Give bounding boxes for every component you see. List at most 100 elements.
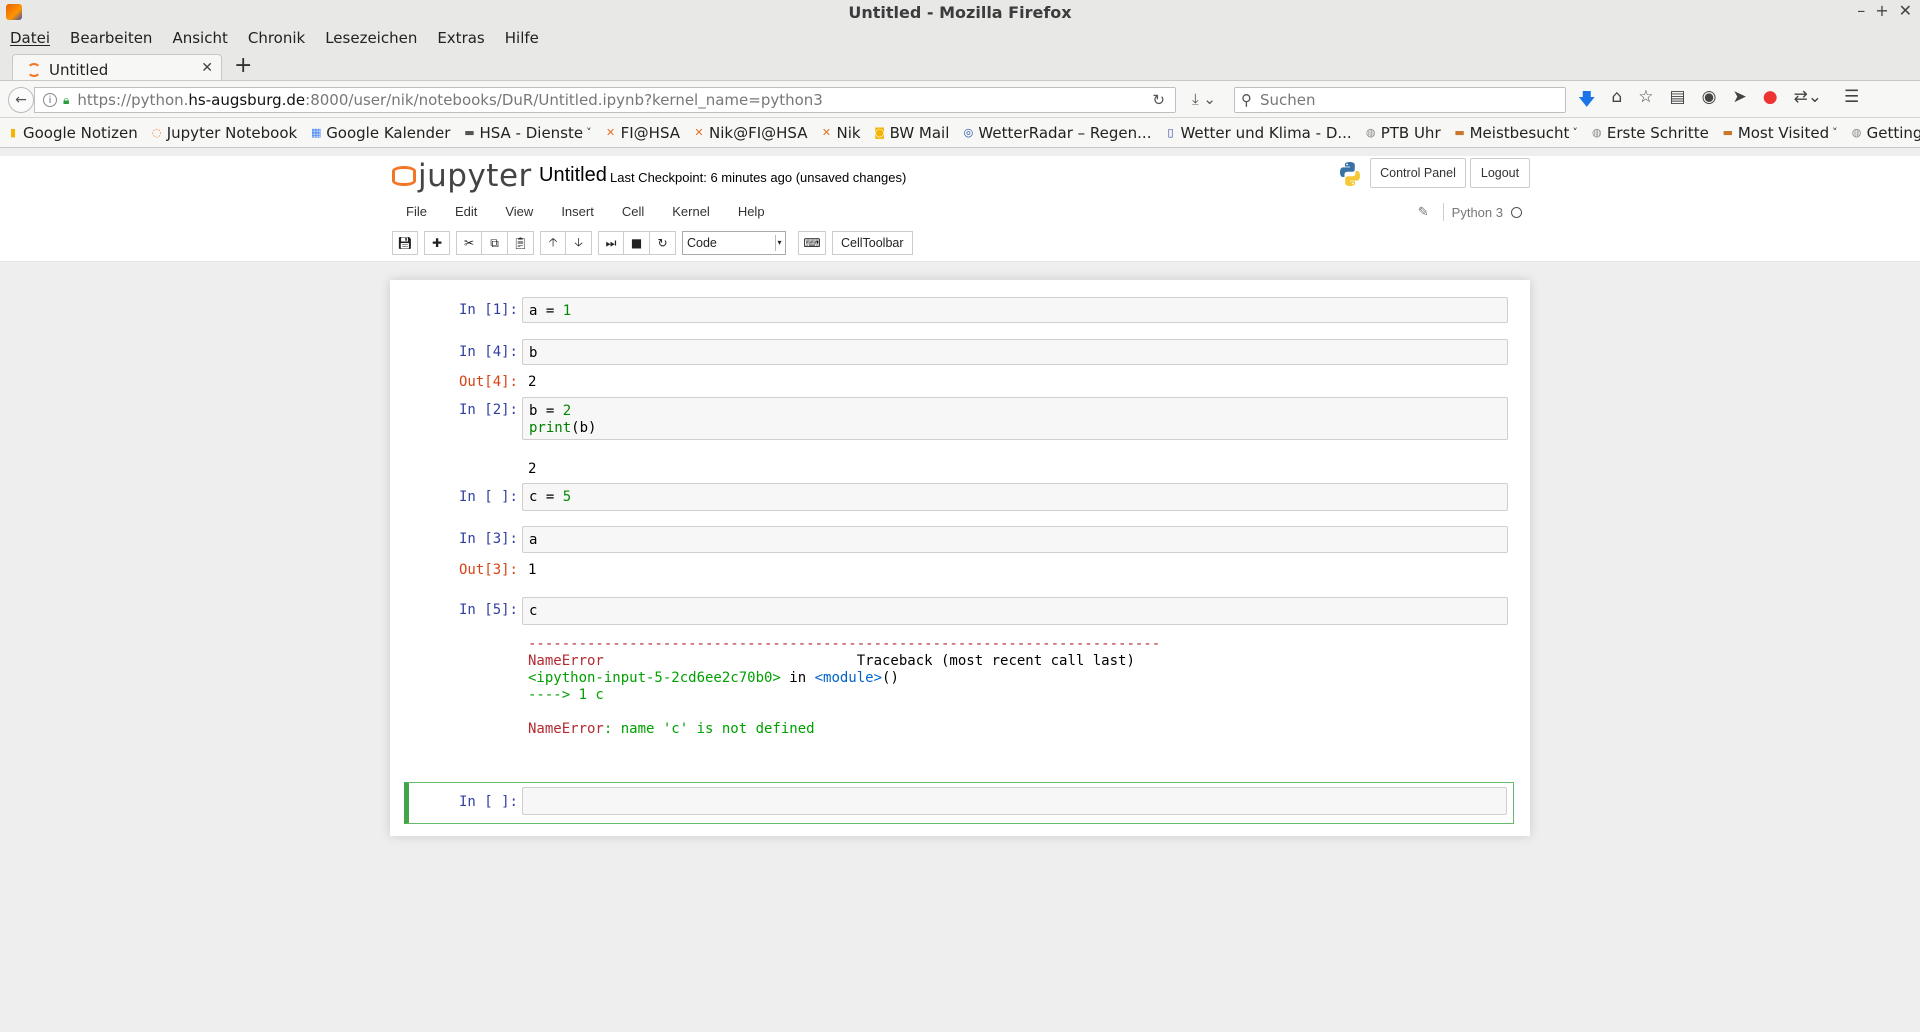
downloads-icon[interactable]: 🡇: [1578, 87, 1595, 116]
minimize-button[interactable]: –: [1857, 1, 1865, 20]
nb-menu-view[interactable]: View: [505, 204, 533, 219]
bookmark-item[interactable]: ◍ Erste Schritte: [1590, 124, 1709, 142]
menu-extras[interactable]: Extras: [437, 29, 484, 47]
lock-icon[interactable]: 🔒︎: [63, 93, 69, 108]
traceback-header: Traceback (most recent call last): [603, 653, 1135, 669]
notebook-title[interactable]: Untitled: [539, 164, 607, 187]
bookmark-item[interactable]: ▬ Most Visited ˅: [1721, 124, 1838, 142]
bookmarks-toolbar: ▮ Google Notizen ◌ Jupyter Notebook ▦ Google …: [0, 118, 1920, 148]
control-panel-button[interactable]: Control Panel: [1370, 158, 1466, 188]
nb-menu-help[interactable]: Help: [738, 204, 765, 219]
search-bar[interactable]: ⚲ Suchen: [1234, 87, 1566, 113]
bookmark-item[interactable]: ✕ Nik@FI@HSA: [692, 124, 807, 142]
code-input[interactable]: [522, 787, 1507, 815]
menu-lesezeichen[interactable]: Lesezeichen: [325, 29, 417, 47]
notebook-toolbar: 💾︎ ✚ ✂ ⧉ 📋︎ 🡡 🡣 ⏭ ■ ↻ Code ▾ ⌨ CellToolb…: [392, 230, 913, 256]
nb-menu-kernel[interactable]: Kernel: [672, 204, 710, 219]
close-tab-icon[interactable]: ✕: [201, 60, 213, 76]
move-down-icon[interactable]: 🡣: [566, 231, 592, 255]
menu-ansicht[interactable]: Ansicht: [172, 29, 227, 47]
cell-type-select[interactable]: Code ▾: [682, 231, 786, 255]
menu-bearbeiten[interactable]: Bearbeiten: [70, 29, 152, 47]
bookmark-item[interactable]: ✕ Nik: [819, 123, 861, 142]
send-icon[interactable]: ➤: [1732, 87, 1746, 116]
new-tab-button[interactable]: +: [234, 53, 252, 78]
url-bar[interactable]: i 🔒︎ https://python. hs-augsburg.de:8000/…: [34, 87, 1176, 113]
fi-icon: ✕: [821, 125, 832, 139]
code-input[interactable]: a: [522, 526, 1508, 553]
jupyter-favicon-icon: [27, 62, 41, 77]
bookmark-item[interactable]: ◎ WetterRadar – Regen...: [961, 124, 1152, 142]
code-text: a: [529, 532, 538, 548]
jupyter-logo[interactable]: jupyter: [390, 158, 532, 194]
menu-hilfe[interactable]: Hilfe: [505, 29, 539, 47]
info-icon[interactable]: i: [43, 93, 57, 107]
bookmark-star-icon[interactable]: ☆: [1638, 87, 1653, 116]
bookmark-item[interactable]: ◍ PTB Uhr: [1364, 124, 1441, 142]
bookmark-item[interactable]: ▮ Google Notizen: [6, 124, 138, 142]
reload-icon[interactable]: ↻: [1152, 91, 1165, 109]
traceback-text: (): [882, 670, 899, 686]
bookmark-label: FI@HSA: [620, 123, 681, 142]
code-input[interactable]: a = 1: [522, 297, 1508, 323]
bookmark-item[interactable]: ✕ FI@HSA: [604, 124, 680, 142]
sync-icon[interactable]: ⇄⌄: [1794, 87, 1823, 116]
code-text: a =: [529, 303, 563, 319]
bookmark-item[interactable]: ▬ Meistbesucht ˅: [1453, 124, 1577, 142]
code-text: b: [529, 345, 538, 361]
page-content: jupyter Untitled Last Checkpoint: 6 minu…: [0, 156, 1920, 1032]
logout-button[interactable]: Logout: [1470, 158, 1530, 188]
run-icon[interactable]: ⏭: [598, 231, 624, 255]
code-input[interactable]: c: [522, 597, 1508, 625]
stop-icon[interactable]: ■: [624, 231, 650, 255]
hamburger-menu-icon[interactable]: ☰: [1844, 87, 1859, 116]
input-prompt: In [2]:: [458, 402, 518, 418]
error-traceback: ----------------------------------------…: [528, 636, 1160, 738]
bookmark-item[interactable]: ◙ BW Mail: [873, 124, 949, 142]
navigation-toolbar: ← i 🔒︎ https://python. hs-augsburg.de:800…: [0, 80, 1920, 118]
copy-icon[interactable]: ⧉: [482, 231, 508, 255]
move-up-icon[interactable]: 🡡: [540, 231, 566, 255]
code-input[interactable]: b = 2 print(b): [522, 397, 1508, 440]
pocket-icon[interactable]: ◉: [1702, 87, 1717, 116]
insert-cell-icon[interactable]: ✚: [424, 231, 450, 255]
pencil-icon[interactable]: ✎: [1418, 204, 1429, 220]
code-text: (b): [571, 420, 597, 436]
traceback-separator: ----------------------------------------…: [528, 636, 1161, 652]
bookmark-label: Google Kalender: [326, 123, 451, 142]
jupyter-logo-text: jupyter: [418, 158, 532, 194]
menu-datei[interactable]: Datei: [10, 29, 50, 47]
extension-icon[interactable]: ●: [1763, 87, 1778, 116]
bookmark-item[interactable]: ◍ Getting Started: [1850, 124, 1920, 142]
paste-icon[interactable]: 📋︎: [508, 231, 534, 255]
nb-menu-insert[interactable]: Insert: [561, 204, 594, 219]
nb-menu-edit[interactable]: Edit: [455, 204, 477, 219]
dwd-icon: ▯: [1167, 125, 1174, 139]
celltoolbar-button[interactable]: CellToolbar: [832, 231, 913, 255]
code-input[interactable]: c = 5: [522, 483, 1508, 511]
maximize-button[interactable]: +: [1875, 1, 1888, 20]
download-arrow-icon[interactable]: ⤓ ⌄: [1192, 90, 1216, 108]
bookmark-item[interactable]: ▬ HSA - Dienste ˅: [462, 124, 591, 142]
bookmark-item[interactable]: ▦ Google Kalender: [309, 124, 450, 142]
bookmark-item[interactable]: ▯ Wetter und Klima - D...: [1163, 124, 1351, 142]
back-button[interactable]: ←: [8, 87, 34, 113]
menu-chronik[interactable]: Chronik: [248, 29, 305, 47]
reading-list-icon[interactable]: ▤: [1670, 87, 1686, 116]
code-input[interactable]: b: [522, 339, 1508, 365]
input-prompt: In [5]:: [458, 602, 518, 618]
home-icon[interactable]: ⌂: [1611, 87, 1622, 116]
mail-icon: ◙: [874, 125, 885, 139]
nb-menu-cell[interactable]: Cell: [622, 204, 644, 219]
bookmark-label: Nik: [836, 123, 861, 142]
bookmark-item[interactable]: ◌ Jupyter Notebook: [150, 124, 297, 142]
close-window-button[interactable]: ✕: [1899, 1, 1912, 20]
globe-icon: ◎: [963, 125, 974, 139]
nb-menu-file[interactable]: File: [406, 204, 427, 219]
cut-icon[interactable]: ✂: [456, 231, 482, 255]
keyboard-icon[interactable]: ⌨: [798, 231, 826, 255]
selected-cell[interactable]: In [ ]:: [404, 782, 1514, 824]
restart-icon[interactable]: ↻: [650, 231, 676, 255]
save-icon[interactable]: 💾︎: [392, 231, 418, 255]
kernel-idle-icon: [1511, 206, 1522, 218]
